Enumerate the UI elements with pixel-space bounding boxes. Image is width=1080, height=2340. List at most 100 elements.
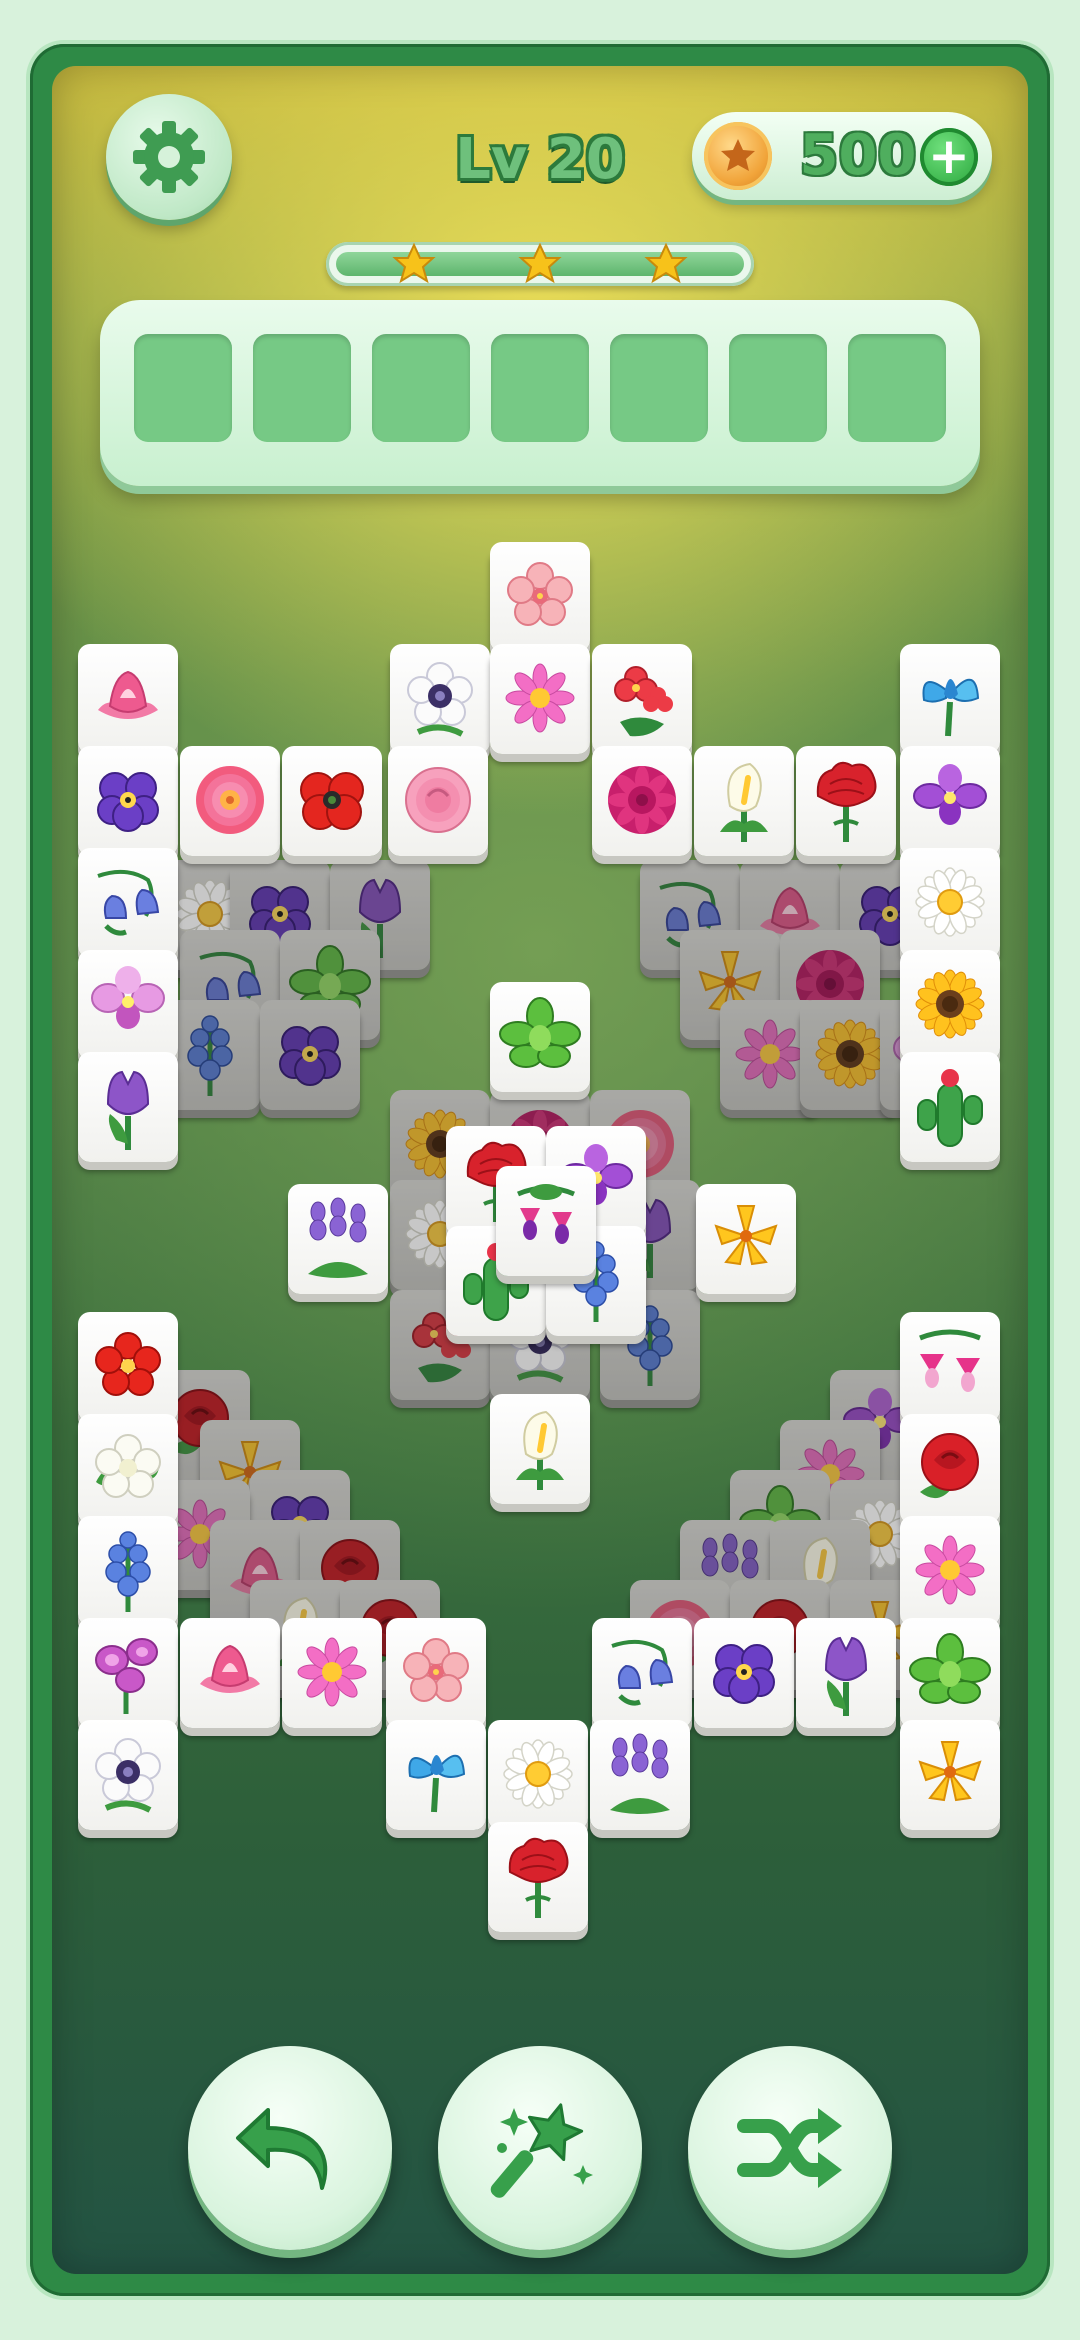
white-calla-lily-icon bbox=[516, 1410, 564, 1490]
tile-purple-lavender[interactable] bbox=[590, 1720, 690, 1830]
shuffle-icon bbox=[737, 2108, 842, 2188]
tile-white-calla-lily[interactable] bbox=[490, 1394, 590, 1504]
tile-purple-lavender[interactable] bbox=[288, 1184, 388, 1294]
pink-sweet-pea-icon bbox=[95, 1638, 158, 1714]
tile-blue-bellflower[interactable] bbox=[78, 848, 178, 958]
tile-pink-lotus[interactable] bbox=[78, 644, 178, 754]
purple-pansy-icon bbox=[713, 1644, 775, 1704]
tile-purple-pansy[interactable] bbox=[78, 746, 178, 856]
purple-tulip-icon bbox=[824, 1636, 868, 1716]
white-gardenia-icon bbox=[95, 1434, 161, 1498]
tile-pink-daisy[interactable] bbox=[900, 1516, 1000, 1626]
tile-white-anemone[interactable] bbox=[390, 644, 490, 754]
red-carnation-icon bbox=[816, 761, 877, 842]
tile-white-calla-lily[interactable] bbox=[694, 746, 794, 856]
tile-blue-delphinium[interactable] bbox=[78, 1516, 178, 1626]
fuchsia-icon bbox=[517, 1184, 575, 1244]
yellow-lily-icon bbox=[714, 1205, 778, 1266]
star-icon bbox=[518, 242, 562, 284]
purple-tulip-icon bbox=[106, 1070, 150, 1150]
blue-bellflower-icon bbox=[611, 1639, 674, 1706]
white-anemone-icon bbox=[407, 662, 473, 737]
green-succulent-icon bbox=[909, 1633, 991, 1704]
green-succulent-icon bbox=[499, 997, 581, 1068]
white-daisy-icon bbox=[496, 1728, 580, 1820]
pink-daisy-icon bbox=[505, 663, 575, 733]
coin-counter: 500 + bbox=[692, 112, 992, 200]
tile-green-succulent[interactable] bbox=[490, 982, 590, 1092]
pink-fuchsia-icon bbox=[919, 1329, 981, 1392]
tile-red-hibiscus[interactable] bbox=[78, 1312, 178, 1422]
add-coins-button[interactable]: + bbox=[920, 128, 978, 186]
tile-blue-iris[interactable] bbox=[900, 644, 1000, 754]
red-poppy-icon bbox=[300, 772, 364, 830]
undo-button[interactable] bbox=[188, 2046, 392, 2250]
tile-pink-cherry-blossom[interactable] bbox=[490, 542, 590, 652]
star-icon bbox=[392, 242, 436, 284]
pink-cherry-blossom-icon bbox=[507, 562, 573, 626]
red-carnation-icon bbox=[508, 1837, 569, 1918]
tile-purple-pansy[interactable] bbox=[694, 1618, 794, 1728]
settings-button[interactable] bbox=[106, 94, 232, 220]
red-begonia-icon bbox=[614, 666, 673, 737]
tile-slot bbox=[491, 334, 589, 442]
coin-amount: 500 bbox=[799, 123, 917, 188]
hint-wand-button[interactable] bbox=[438, 2046, 642, 2250]
pink-daisy-icon bbox=[915, 1535, 985, 1605]
purple-orchid-icon bbox=[913, 764, 987, 825]
tile-red-poppy[interactable] bbox=[282, 746, 382, 856]
tile-pink-fuchsia[interactable] bbox=[900, 1312, 1000, 1422]
white-calla-lily-icon bbox=[720, 762, 768, 842]
tile-cactus-flower[interactable] bbox=[900, 1052, 1000, 1162]
tile-slot-tray bbox=[100, 300, 980, 486]
tile-slot bbox=[729, 334, 827, 442]
tile-pink-daisy[interactable] bbox=[282, 1618, 382, 1728]
tile-slot bbox=[253, 334, 351, 442]
sunflower-icon bbox=[908, 959, 992, 1049]
tile-yellow-lily[interactable] bbox=[696, 1184, 796, 1294]
tile-magenta-dahlia[interactable] bbox=[592, 746, 692, 856]
tile-purple-tulip[interactable] bbox=[796, 1618, 896, 1728]
cactus-flower-icon bbox=[917, 1069, 983, 1147]
tile-pink-lotus[interactable] bbox=[180, 1618, 280, 1728]
pink-zinnia-icon bbox=[196, 766, 264, 834]
purple-lavender-icon bbox=[610, 1733, 670, 1814]
tile-white-daisy[interactable] bbox=[488, 1720, 588, 1830]
tile-blue-bellflower[interactable] bbox=[592, 1618, 692, 1728]
tile-pink-daisy[interactable] bbox=[490, 644, 590, 754]
tile-pink-orchid[interactable] bbox=[78, 950, 178, 1060]
tile-pink-sweet-pea[interactable] bbox=[78, 1618, 178, 1728]
tile-white-anemone[interactable] bbox=[78, 1720, 178, 1830]
pink-orchid-icon bbox=[91, 966, 165, 1029]
tile-red-carnation[interactable] bbox=[796, 746, 896, 856]
pink-cherry-blossom-icon bbox=[403, 1638, 469, 1702]
red-hibiscus-icon bbox=[95, 1332, 161, 1396]
tile-fuchsia[interactable] bbox=[496, 1166, 596, 1276]
tile-white-daisy[interactable] bbox=[900, 848, 1000, 958]
pink-daisy-icon bbox=[297, 1637, 367, 1707]
purple-pansy-icon bbox=[97, 772, 159, 832]
purple-lavender-icon bbox=[308, 1197, 368, 1278]
yellow-lily-icon bbox=[918, 1741, 982, 1802]
tile-pink-cherry-blossom[interactable] bbox=[386, 1618, 486, 1728]
undo-icon bbox=[236, 2108, 328, 2190]
tile-red-begonia[interactable] bbox=[592, 644, 692, 754]
tile-red-rose[interactable] bbox=[900, 1414, 1000, 1524]
tile-pink-zinnia[interactable] bbox=[180, 746, 280, 856]
pink-lotus-icon bbox=[98, 670, 158, 719]
tile-blue-iris[interactable] bbox=[386, 1720, 486, 1830]
blue-iris-icon bbox=[922, 678, 980, 737]
tile-white-gardenia[interactable] bbox=[78, 1414, 178, 1524]
coin-star-icon bbox=[704, 122, 772, 190]
tile-pink-peony[interactable] bbox=[388, 746, 488, 856]
red-rose-icon bbox=[920, 1433, 979, 1499]
tile-purple-orchid[interactable] bbox=[900, 746, 1000, 856]
tile-red-carnation[interactable] bbox=[488, 1822, 588, 1932]
tile-purple-tulip[interactable] bbox=[78, 1052, 178, 1162]
tile-sunflower[interactable] bbox=[900, 950, 1000, 1060]
gear-icon bbox=[133, 121, 205, 193]
magenta-dahlia-icon bbox=[608, 766, 676, 834]
tile-yellow-lily[interactable] bbox=[900, 1720, 1000, 1830]
tile-green-succulent[interactable] bbox=[900, 1618, 1000, 1728]
shuffle-button[interactable] bbox=[688, 2046, 892, 2250]
